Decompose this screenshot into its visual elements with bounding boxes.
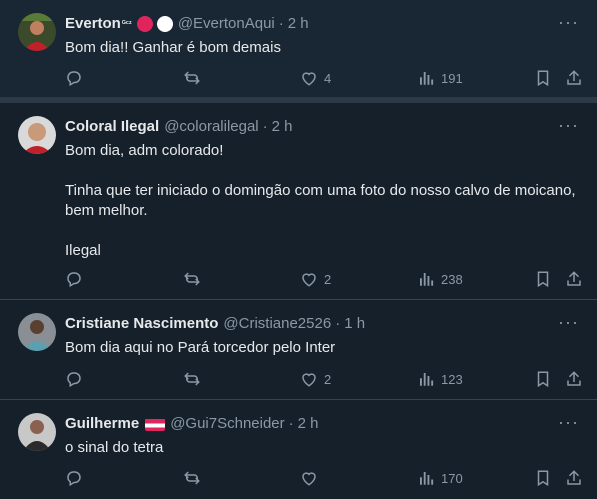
tweet-text: Bom dia, adm colorado! Tinha que ter ini… (65, 142, 576, 259)
tweet-header: Everton ᴳᶜᶻ @EvertonAqui · 2 h (65, 14, 309, 34)
handle[interactable]: @Gui7Schneider (170, 414, 284, 434)
reply-icon (67, 471, 81, 487)
views-icon (420, 472, 434, 485)
tweet-header: Guilherme @Gui7Schneider · 2 h (65, 414, 319, 434)
bookmark-button[interactable] (534, 68, 552, 88)
display-name[interactable]: Guilherme (65, 414, 139, 434)
tweet-header: Coloral Ilegal @coloralilegal · 2 h (65, 117, 293, 137)
retweet-button[interactable] (183, 369, 207, 389)
like-button[interactable]: 2 (300, 369, 331, 389)
views-icon (420, 72, 434, 85)
like-count: 2 (324, 371, 332, 387)
share-button[interactable] (565, 68, 583, 88)
retweet-icon (184, 471, 200, 485)
more-options-icon[interactable]: ··· (558, 313, 579, 331)
like-button[interactable] (300, 468, 324, 488)
view-count: 123 (441, 371, 463, 387)
bookmark-icon (537, 271, 549, 288)
tweet[interactable]: Everton ᴳᶜᶻ @EvertonAqui · 2 h ··· Bom d… (0, 0, 597, 103)
tweet[interactable]: Coloral Ilegal @coloralilegal · 2 h ··· … (0, 103, 597, 300)
share-icon (567, 70, 581, 85)
tweet-text: o sinal do tetra (65, 439, 164, 456)
views-button[interactable]: 238 (417, 269, 463, 289)
timestamp[interactable]: 2 h (272, 117, 293, 137)
display-name[interactable]: Cristiane Nascimento (65, 314, 218, 334)
separator: · (262, 118, 268, 135)
avatar[interactable] (18, 413, 56, 451)
avatar[interactable] (18, 313, 56, 351)
tweet-header: Cristiane Nascimento @Cristiane2526 · 1 … (65, 314, 365, 334)
handle[interactable]: @Cristiane2526 (223, 314, 331, 334)
display-name[interactable]: Coloral Ilegal (65, 117, 159, 137)
red-circle-emoji (136, 16, 153, 32)
view-count: 191 (441, 70, 463, 86)
reply-icon (67, 372, 81, 388)
share-button[interactable] (565, 369, 583, 389)
heart-icon (302, 472, 316, 486)
tweet-actions: 2 238 (0, 269, 597, 289)
bookmark-button[interactable] (534, 369, 552, 389)
retweet-icon (184, 71, 200, 85)
bookmark-icon (537, 470, 549, 487)
retweet-button[interactable] (183, 269, 207, 289)
avatar[interactable] (18, 116, 56, 154)
tweet[interactable]: Guilherme @Gui7Schneider · 2 h ··· o sin… (0, 400, 597, 499)
handle[interactable]: @coloralilegal (164, 117, 258, 137)
heart-icon (302, 273, 316, 287)
heart-icon (302, 72, 316, 86)
views-icon (420, 273, 434, 286)
handle[interactable]: @EvertonAqui (178, 14, 275, 34)
view-count: 238 (441, 271, 463, 287)
separator: · (278, 15, 284, 32)
reply-button[interactable] (65, 468, 89, 488)
timestamp[interactable]: 1 h (344, 314, 365, 334)
like-count: 4 (324, 70, 332, 86)
name-suffix: ᴳᶜᶻ (121, 19, 132, 28)
share-icon (567, 371, 581, 386)
views-icon (420, 373, 434, 386)
tweet-actions: 170 (0, 468, 597, 488)
more-options-icon[interactable]: ··· (558, 13, 579, 31)
views-button[interactable]: 170 (417, 468, 463, 488)
separator: · (335, 315, 341, 332)
like-count: 2 (324, 271, 332, 287)
tweet-text: Bom dia aqui no Pará torcedor pelo Inter (65, 339, 336, 356)
retweet-button[interactable] (183, 468, 207, 488)
like-button[interactable]: 2 (300, 269, 331, 289)
tweet-actions: 2 123 (0, 369, 597, 389)
views-button[interactable]: 123 (417, 369, 463, 389)
share-icon (567, 271, 581, 286)
timestamp[interactable]: 2 h (298, 414, 319, 434)
tweet[interactable]: Cristiane Nascimento @Cristiane2526 · 1 … (0, 300, 597, 400)
share-icon (567, 470, 581, 485)
reply-icon (67, 71, 81, 87)
bookmark-button[interactable] (534, 269, 552, 289)
more-options-icon[interactable]: ··· (558, 413, 579, 431)
more-options-icon[interactable]: ··· (558, 116, 579, 134)
like-button[interactable]: 4 (300, 68, 331, 88)
bookmark-button[interactable] (534, 468, 552, 488)
share-button[interactable] (565, 269, 583, 289)
timestamp[interactable]: 2 h (288, 14, 309, 34)
reply-button[interactable] (65, 369, 89, 389)
reply-button[interactable] (65, 68, 89, 88)
display-name[interactable]: Everton (65, 14, 121, 34)
share-button[interactable] (565, 468, 583, 488)
heart-icon (302, 373, 316, 387)
white-circle-emoji (156, 16, 173, 32)
tweet-text: Bom dia!! Ganhar é bom demais (65, 39, 281, 56)
retweet-icon (184, 272, 200, 286)
flag-icon (145, 418, 166, 431)
avatar[interactable] (18, 13, 56, 51)
bookmark-icon (537, 371, 549, 388)
retweet-button[interactable] (183, 68, 207, 88)
reply-icon (67, 272, 81, 288)
views-button[interactable]: 191 (417, 68, 463, 88)
retweet-icon (184, 372, 200, 386)
tweet-actions: 4 191 (0, 68, 597, 88)
reply-button[interactable] (65, 269, 89, 289)
bookmark-icon (537, 70, 549, 87)
separator: · (288, 415, 294, 432)
view-count: 170 (441, 470, 463, 486)
